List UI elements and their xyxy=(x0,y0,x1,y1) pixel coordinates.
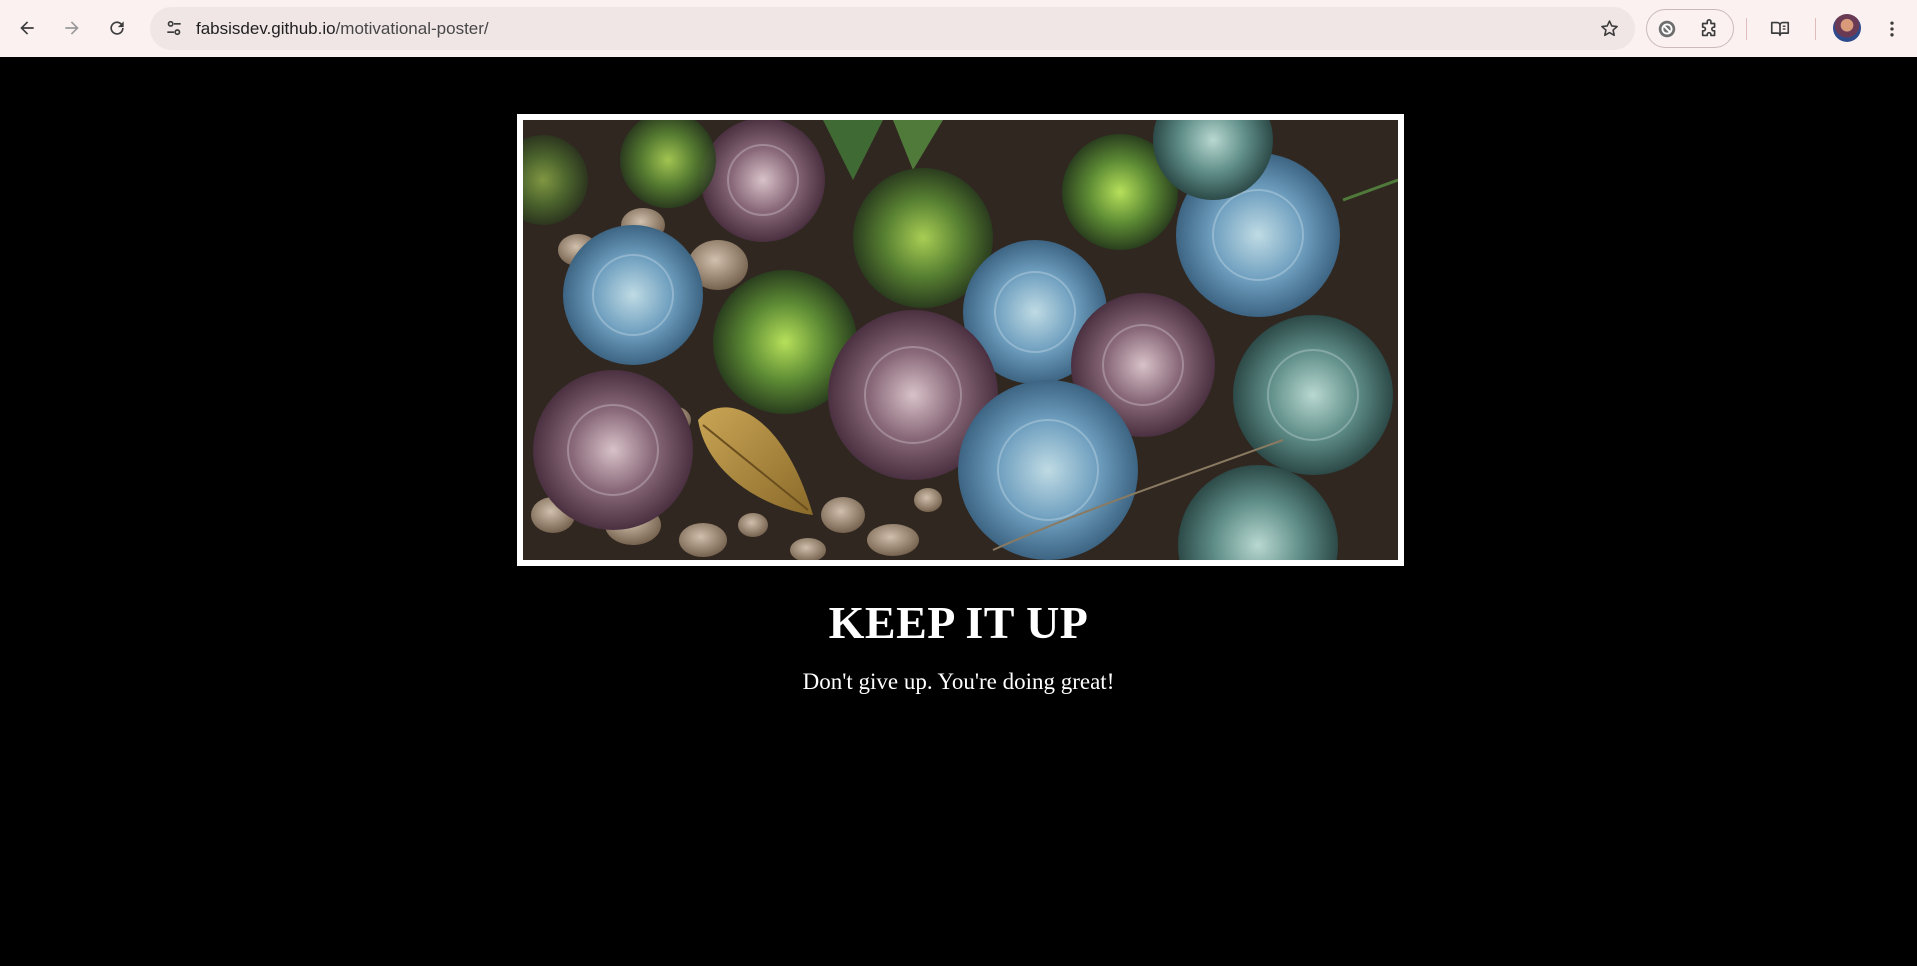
extension-button[interactable] xyxy=(1655,17,1679,41)
toolbar-divider xyxy=(1746,18,1747,40)
arrow-left-icon xyxy=(20,21,34,35)
reading-mode-button[interactable] xyxy=(1762,11,1798,47)
address-bar[interactable]: fabsisdev.github.io/motivational-poster/ xyxy=(150,7,1635,50)
tune-icon xyxy=(167,20,181,36)
reload-button[interactable] xyxy=(99,10,135,46)
puzzle-icon xyxy=(1701,19,1716,37)
browser-toolbar: fabsisdev.github.io/motivational-poster/ xyxy=(0,0,1917,57)
site-info-button[interactable] xyxy=(158,12,190,44)
arrow-right-icon xyxy=(65,21,79,35)
page-content: KEEP IT UP Don't give up. You're doing g… xyxy=(0,57,1917,966)
bookmark-button[interactable] xyxy=(1593,12,1625,44)
avatar[interactable] xyxy=(1833,14,1861,42)
kebab-menu-icon xyxy=(1890,21,1894,37)
poster-subtitle: Don't give up. You're doing great! xyxy=(802,669,1115,694)
extensions-menu-button[interactable] xyxy=(1697,16,1723,42)
succulents-image xyxy=(523,120,1398,560)
url-domain: fabsisdev.github.io xyxy=(196,19,336,38)
poster-frame xyxy=(517,114,1404,566)
forward-button[interactable] xyxy=(54,10,90,46)
blocked-circle-icon xyxy=(1658,20,1676,38)
extensions-group xyxy=(1646,9,1734,48)
url-path: /motivational-poster/ xyxy=(335,19,489,38)
url-text[interactable]: fabsisdev.github.io/motivational-poster/ xyxy=(196,7,489,50)
browser-menu-button[interactable] xyxy=(1878,11,1906,47)
toolbar-divider xyxy=(1815,18,1816,40)
back-button[interactable] xyxy=(9,10,45,46)
poster-title: KEEP IT UP xyxy=(828,597,1089,648)
star-icon xyxy=(1600,19,1618,36)
reload-icon xyxy=(110,21,124,35)
book-icon xyxy=(1770,21,1790,37)
